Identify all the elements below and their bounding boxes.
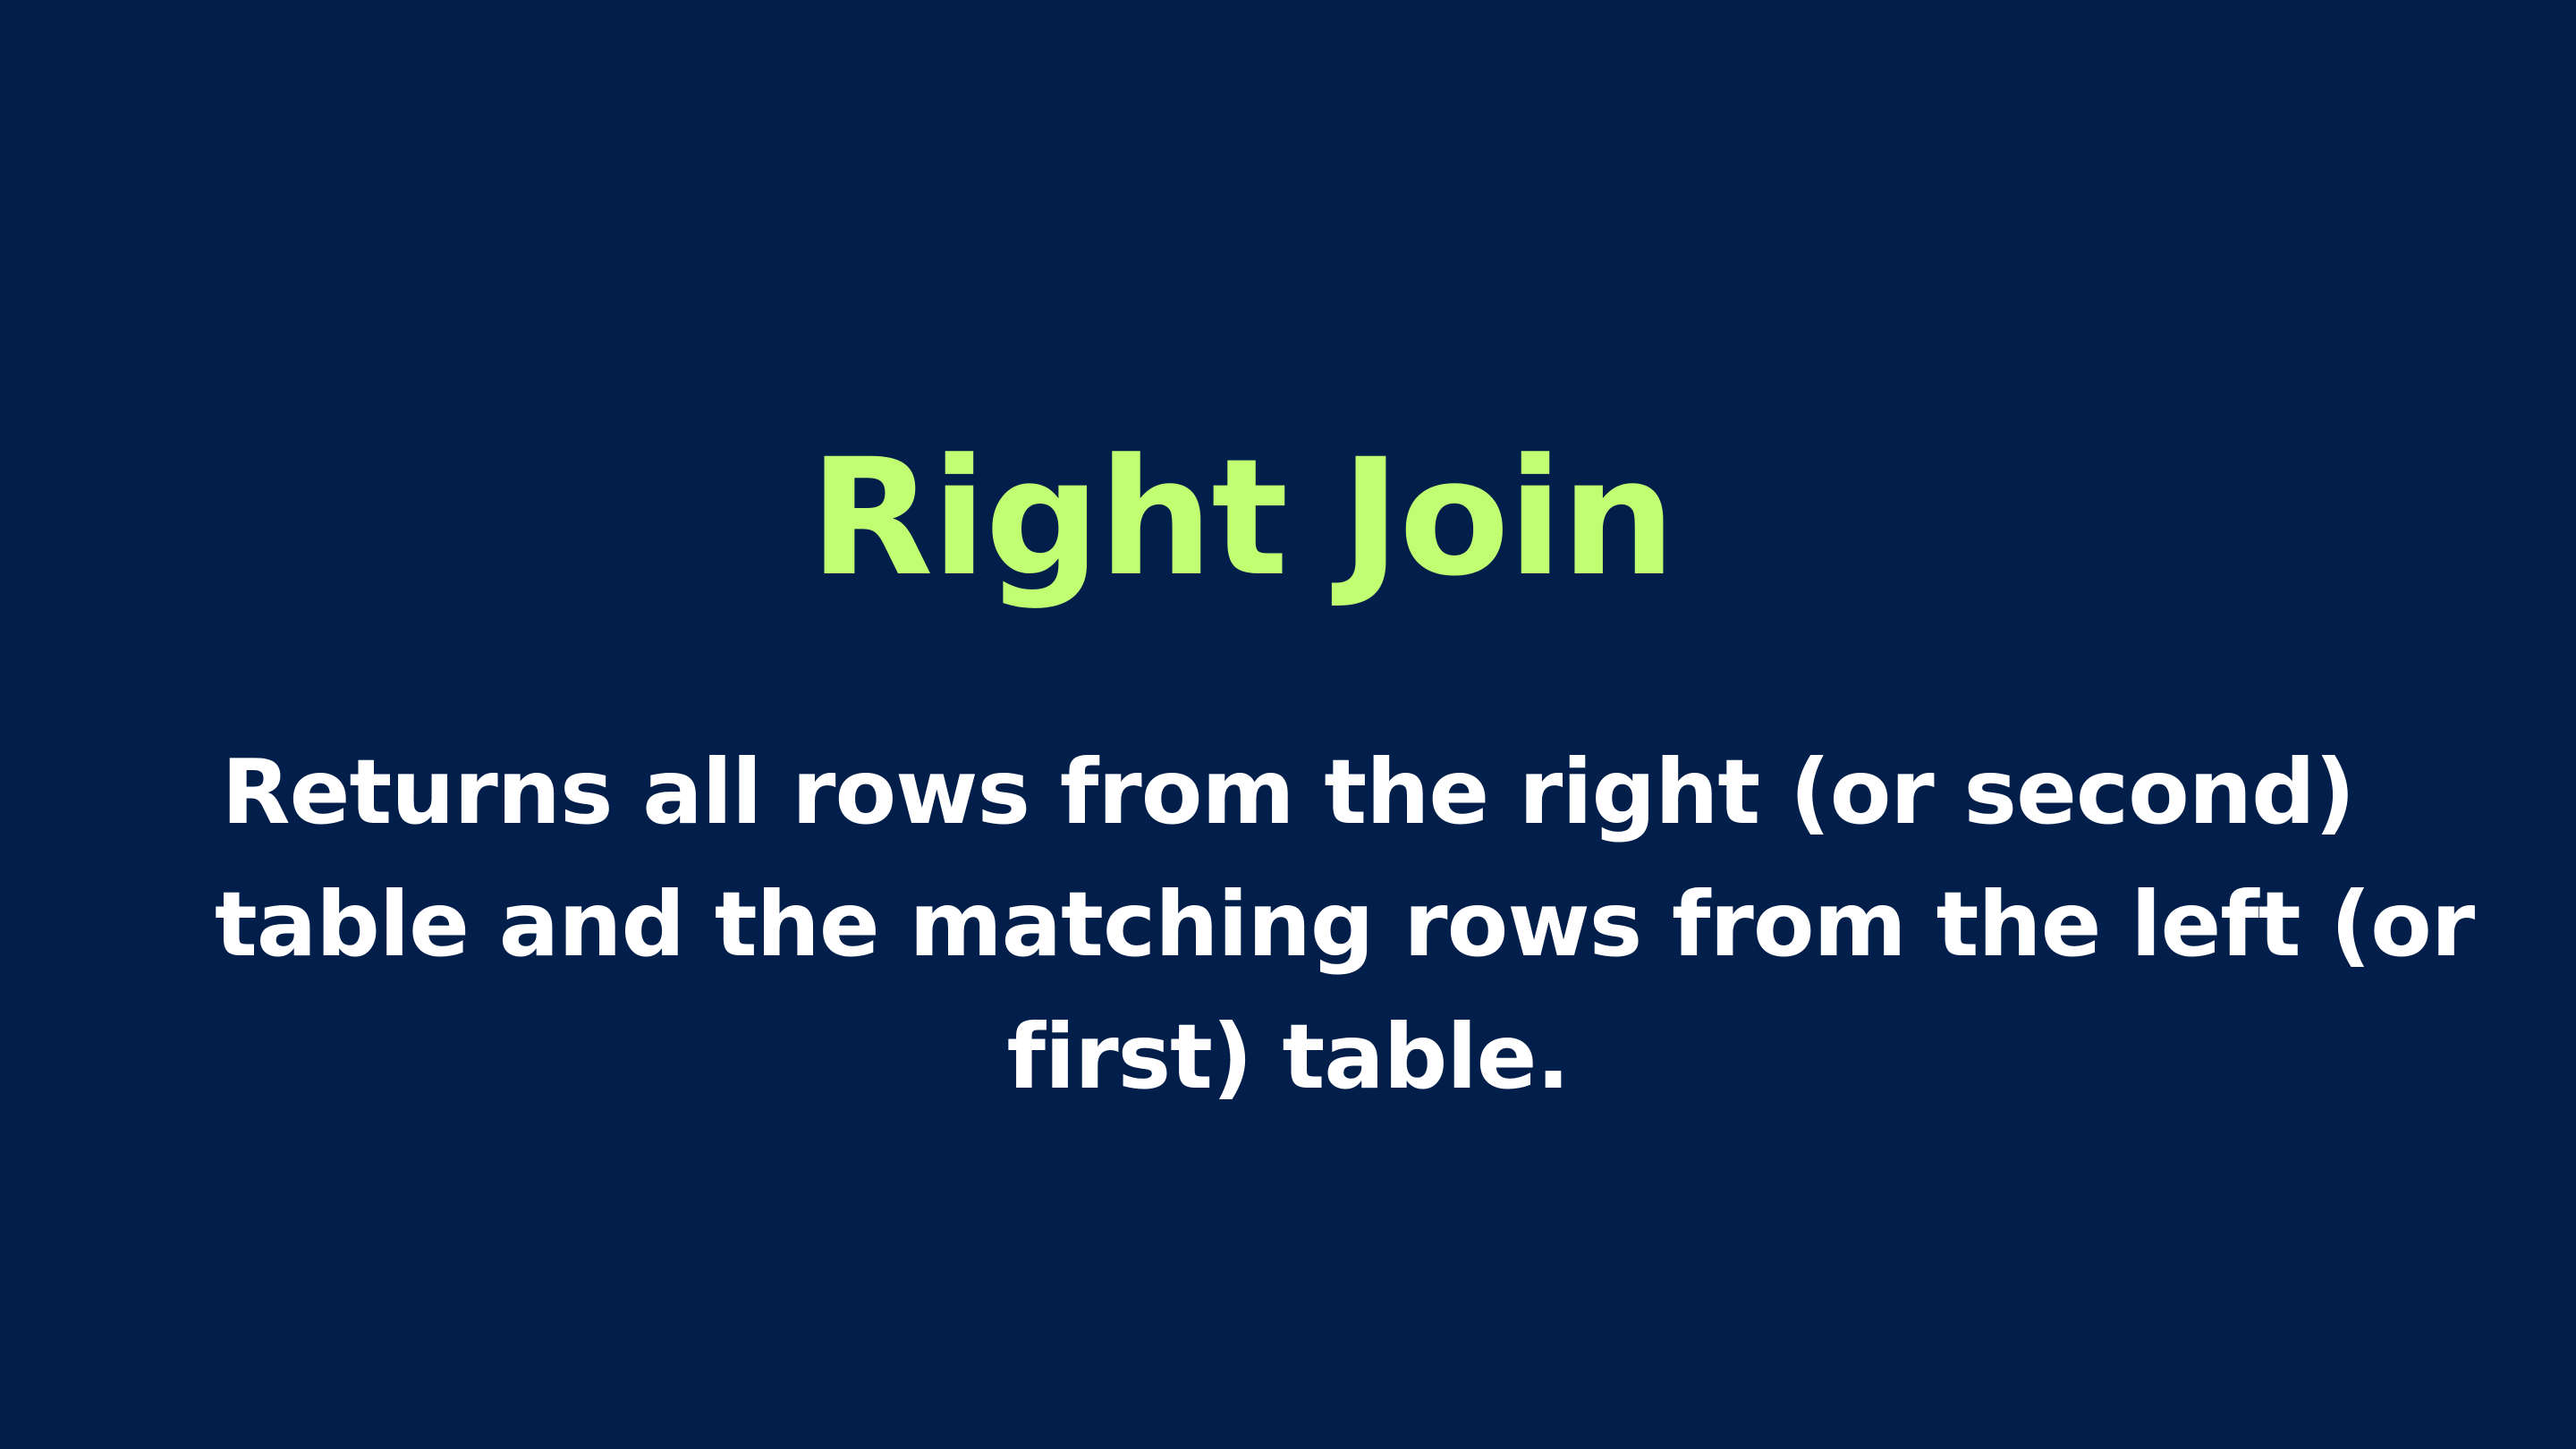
slide: Right Join Returns all rows from the rig… bbox=[0, 0, 2576, 1449]
description-line-1: Returns all rows from the right (or seco… bbox=[221, 740, 2356, 844]
slide-description: Returns all rows from the right (or seco… bbox=[215, 726, 2475, 1123]
description-line-2: table and the matching rows from the lef… bbox=[215, 872, 2475, 977]
description-line-3: first) table. bbox=[1006, 1004, 1571, 1109]
slide-title: Right Join bbox=[809, 425, 1675, 612]
